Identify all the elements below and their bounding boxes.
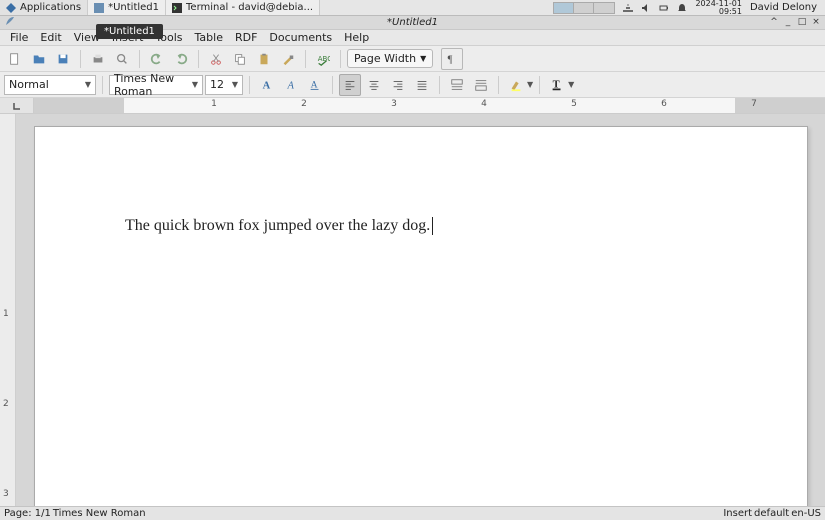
print-preview-button[interactable] — [111, 48, 133, 70]
clock[interactable]: 2024-11-01 09:51 — [695, 0, 742, 16]
open-button[interactable] — [28, 48, 50, 70]
status-page[interactable]: Page: 1/1 — [4, 508, 51, 519]
standard-toolbar: ABC Page Width ▼ ¶ — [0, 46, 825, 72]
rollup-button[interactable]: ^ — [769, 17, 779, 27]
svg-text:ABC: ABC — [318, 54, 330, 62]
para-after-button[interactable] — [470, 74, 492, 96]
battery-icon[interactable] — [659, 3, 669, 13]
style-value: Normal — [9, 78, 49, 91]
bold-button[interactable]: A — [256, 74, 278, 96]
status-lang[interactable]: default — [754, 508, 789, 519]
style-combo[interactable]: Normal ▼ — [4, 75, 96, 95]
status-locale[interactable]: en-US — [791, 508, 821, 519]
font-combo[interactable]: Times New Roman ▼ — [109, 75, 203, 95]
document-text: The quick brown fox jumped over the lazy… — [125, 217, 430, 234]
font-size-combo[interactable]: 12 ▼ — [205, 75, 243, 95]
copy-button[interactable] — [229, 48, 251, 70]
window-title: *Untitled1 — [387, 17, 438, 28]
zoom-combo[interactable]: Page Width ▼ — [347, 49, 433, 68]
tab-selector[interactable] — [0, 98, 34, 113]
align-right-button[interactable] — [387, 74, 409, 96]
bell-icon[interactable] — [677, 3, 687, 13]
os-taskbar: Applications *Untitled1 Terminal - david… — [0, 0, 825, 16]
menu-help[interactable]: Help — [338, 31, 375, 44]
user-name[interactable]: David Delony — [750, 2, 817, 13]
menu-rdf[interactable]: RDF — [229, 31, 263, 44]
menu-edit[interactable]: Edit — [34, 31, 67, 44]
volume-icon[interactable] — [641, 3, 651, 13]
close-button[interactable]: × — [811, 17, 821, 27]
clock-time: 09:51 — [695, 8, 742, 16]
status-bar: Page: 1/1 Times New Roman Insert default… — [0, 506, 825, 520]
document-content[interactable]: The quick brown fox jumped over the lazy… — [125, 217, 717, 235]
horizontal-ruler[interactable]: 1 2 3 4 5 6 7 — [0, 98, 825, 114]
taskbar-label: Terminal - david@debia... — [186, 2, 313, 13]
spellcheck-button[interactable]: ABC — [312, 48, 334, 70]
apps-label: Applications — [20, 2, 81, 13]
svg-text:¶: ¶ — [448, 54, 453, 65]
new-button[interactable] — [4, 48, 26, 70]
network-icon[interactable] — [623, 3, 633, 13]
status-font[interactable]: Times New Roman — [53, 508, 146, 519]
svg-text:A: A — [287, 80, 295, 91]
apps-menu[interactable]: Applications — [0, 0, 88, 15]
font-value: Times New Roman — [114, 72, 192, 98]
status-mode[interactable]: Insert — [723, 508, 752, 519]
system-tray: 2024-11-01 09:51 David Delony — [615, 0, 825, 15]
font-color-button[interactable]: T — [546, 74, 568, 96]
document-area: 1 2 3 The quick brown fox jumped over th… — [0, 114, 825, 506]
italic-button[interactable]: A — [280, 74, 302, 96]
zoom-value: Page Width — [354, 52, 416, 65]
vertical-ruler[interactable]: 1 2 3 — [0, 114, 16, 506]
align-center-button[interactable] — [363, 74, 385, 96]
menu-documents[interactable]: Documents — [263, 31, 338, 44]
formatting-toolbar: Normal ▼ Times New Roman ▼ 12 ▼ A A A ▼ … — [0, 72, 825, 98]
text-cursor — [432, 217, 433, 235]
cut-button[interactable] — [205, 48, 227, 70]
format-painter-button[interactable] — [277, 48, 299, 70]
paragraph-marks-button[interactable]: ¶ — [441, 48, 463, 70]
document-canvas[interactable]: The quick brown fox jumped over the lazy… — [16, 114, 825, 506]
taskbar-item-terminal[interactable]: Terminal - david@debia... — [166, 0, 320, 15]
align-left-button[interactable] — [339, 74, 361, 96]
highlight-button[interactable] — [505, 74, 527, 96]
menu-file[interactable]: File — [4, 31, 34, 44]
taskbar-label: *Untitled1 — [108, 2, 159, 13]
app-logo-icon — [4, 15, 16, 30]
svg-text:A: A — [263, 80, 271, 91]
minimize-button[interactable]: _ — [783, 17, 793, 27]
maximize-button[interactable]: □ — [797, 17, 807, 27]
para-before-button[interactable] — [446, 74, 468, 96]
paste-button[interactable] — [253, 48, 275, 70]
menu-table[interactable]: Table — [189, 31, 229, 44]
underline-button[interactable]: A — [304, 74, 326, 96]
dropdown-arrow-icon[interactable]: ▼ — [527, 80, 533, 89]
taskbar-tooltip: *Untitled1 — [96, 24, 163, 39]
taskbar-item-abiword[interactable]: *Untitled1 — [88, 0, 166, 15]
page[interactable]: The quick brown fox jumped over the lazy… — [34, 126, 808, 506]
print-button[interactable] — [87, 48, 109, 70]
align-justify-button[interactable] — [411, 74, 433, 96]
undo-button[interactable] — [146, 48, 168, 70]
save-button[interactable] — [52, 48, 74, 70]
font-size-value: 12 — [210, 78, 224, 91]
redo-button[interactable] — [170, 48, 192, 70]
dropdown-arrow-icon[interactable]: ▼ — [568, 80, 574, 89]
workspace-switcher[interactable] — [553, 2, 615, 14]
